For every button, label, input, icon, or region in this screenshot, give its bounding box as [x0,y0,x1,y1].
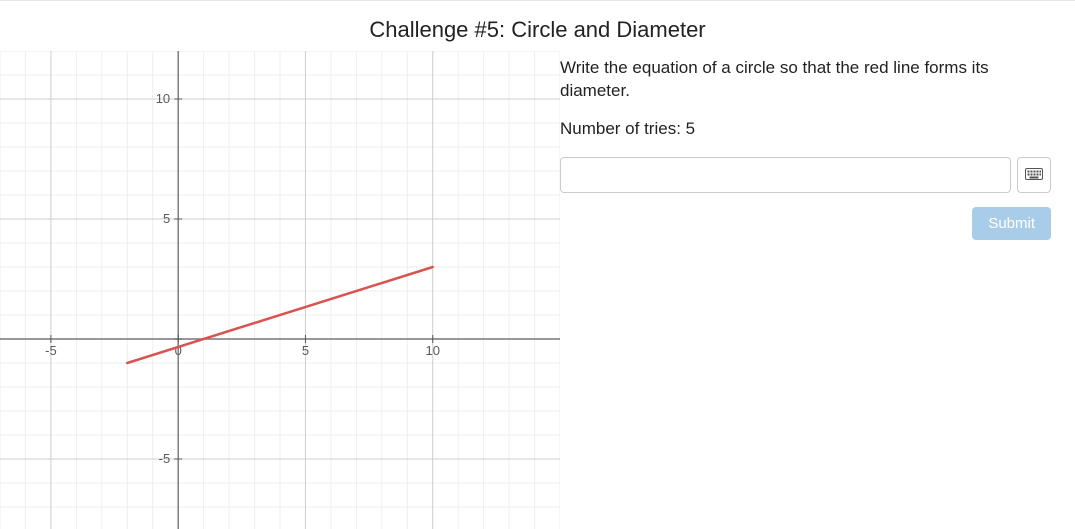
page-title: Challenge #5: Circle and Diameter [0,17,1075,43]
keyboard-icon [1025,168,1043,182]
tries-row: Number of tries: 5 [560,119,1051,139]
submit-row: Submit [560,207,1051,240]
chart-area[interactable]: -50510-5510 [0,51,560,529]
prompt-text: Write the equation of a circle so that t… [560,57,1051,103]
content-row: -50510-5510 Write the equation of a circ… [0,51,1075,529]
question-panel: Write the equation of a circle so that t… [560,51,1075,240]
math-keyboard-button[interactable] [1017,157,1051,193]
x-tick-label: 10 [425,343,439,358]
tries-label: Number of tries: [560,119,686,138]
y-tick-label: -5 [159,451,171,466]
x-tick-label: -5 [45,343,57,358]
page-root: Challenge #5: Circle and Diameter -50510… [0,0,1075,529]
y-tick-label: 5 [163,211,170,226]
submit-button[interactable]: Submit [972,207,1051,240]
y-tick-label: 10 [156,91,170,106]
tries-value: 5 [686,119,695,138]
answer-input[interactable] [560,157,1011,193]
answer-row [560,157,1051,193]
x-tick-label: 5 [302,343,309,358]
coordinate-plane[interactable]: -50510-5510 [0,51,560,529]
